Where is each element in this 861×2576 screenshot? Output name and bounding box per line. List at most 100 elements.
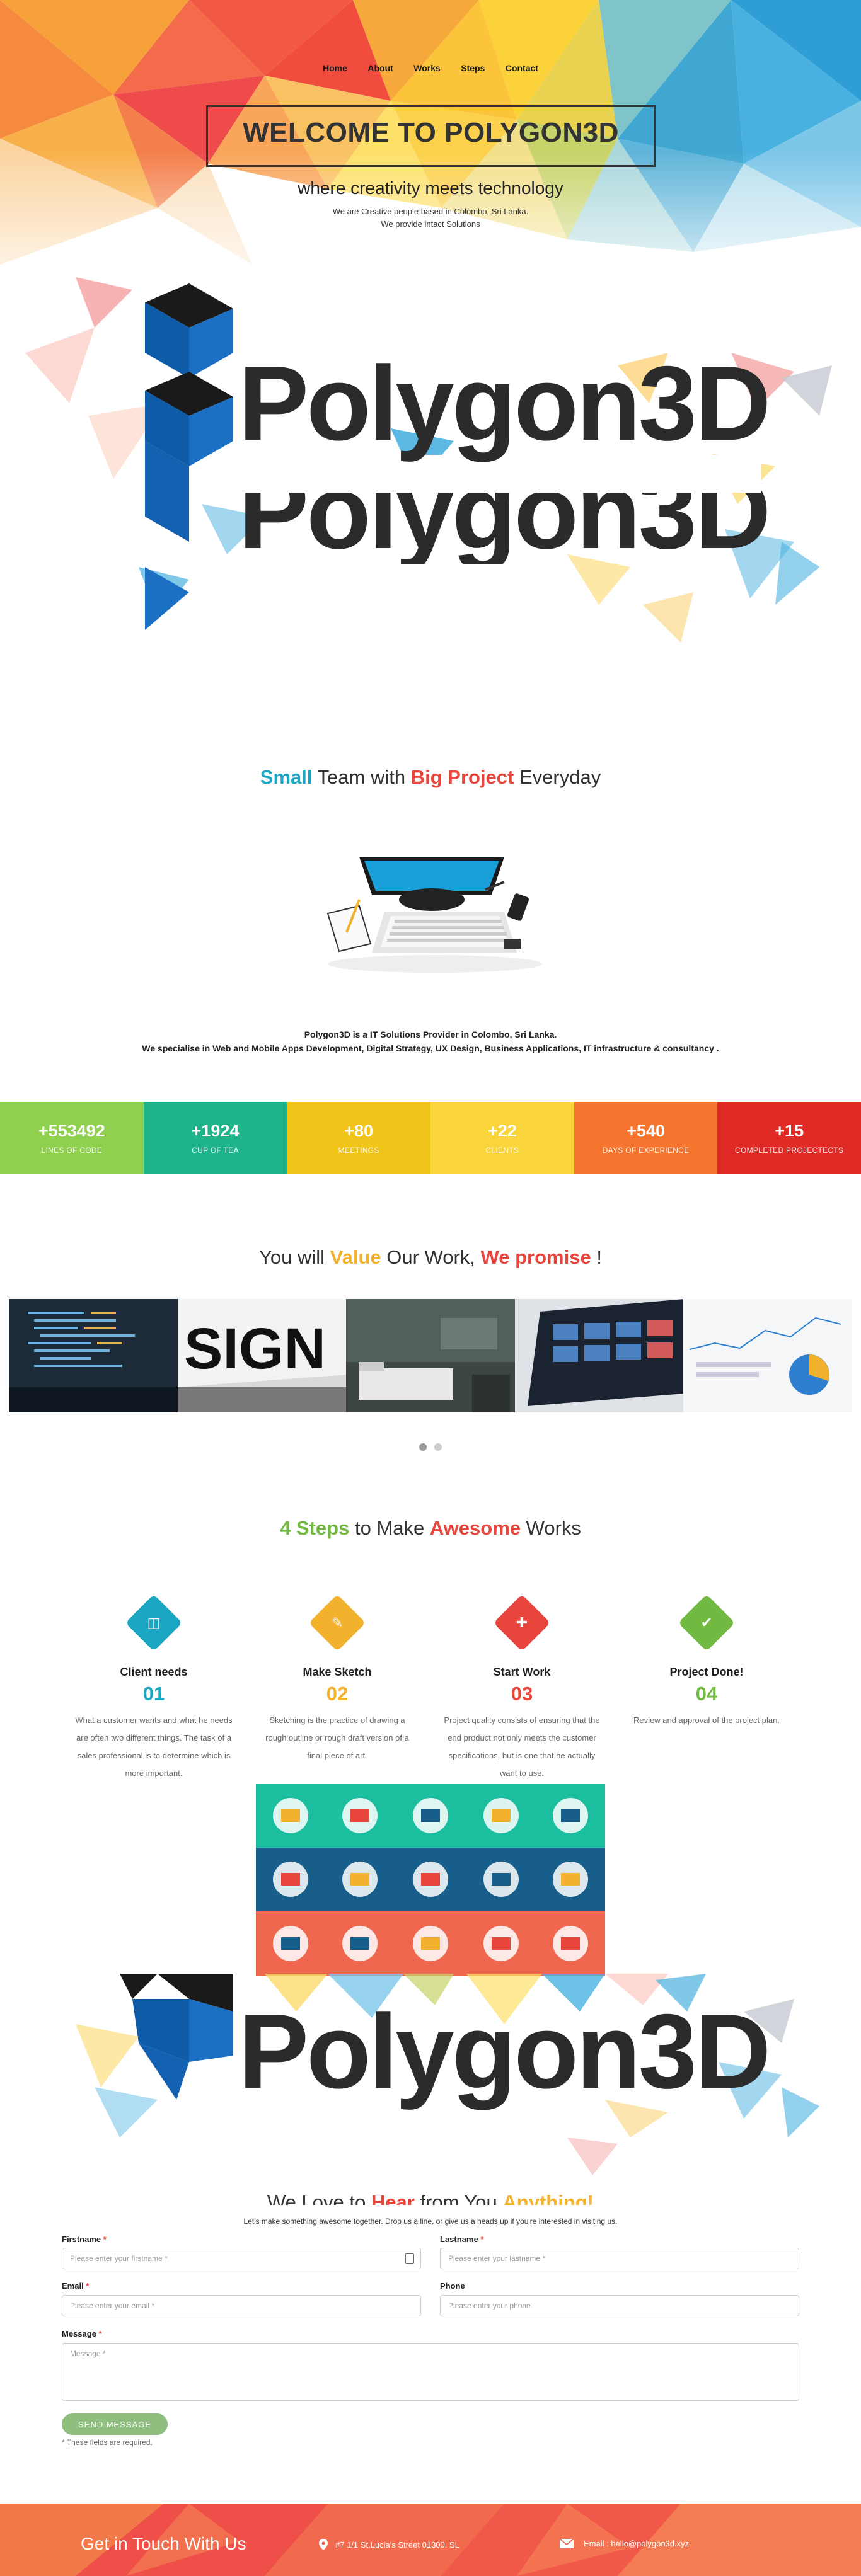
contact-heading-anything: Anything! [502,2191,594,2205]
steps-title-b: to Make [349,1517,430,1539]
required-marker: * [98,2329,102,2338]
step-make-sketch: ✎ Make Sketch 02 Sketching is the practi… [258,1594,416,1765]
step-number: 04 [695,1683,718,1705]
footer-address-text: #7 1/1 St.Lucia's Street 01300. SL [335,2539,459,2550]
about-title-end: Everyday [514,766,601,788]
step-badge: ✚ [493,1594,551,1652]
about-description-2: We specialise in Web and Mobile Apps Dev… [142,1043,719,1053]
message-placeholder: Message * [70,2349,106,2358]
stat-meetings: +80 MEETINGS [287,1102,431,1174]
footer-email-text[interactable]: Email : hello@polygon3d.xyz [584,2539,689,2548]
required-marker: * [103,2235,107,2244]
portfolio-item-sign[interactable]: SIGN [177,1299,347,1412]
stat-value: +1924 [191,1121,240,1140]
nav-works[interactable]: Works [413,63,441,73]
phone-label-text: Phone [440,2281,465,2291]
polygon-background [0,0,861,643]
step-number: 03 [511,1683,533,1705]
step-start-work: ✚ Start Work 03 Project quality consists… [443,1594,601,1782]
message-field[interactable]: Message * [62,2343,799,2401]
laptop-illustration [326,857,542,973]
contact-heading-a: We Love to [267,2191,371,2205]
steps-title-d: Works [521,1517,581,1539]
value-title-value: Value [330,1246,381,1268]
step-title: Project Done! [669,1666,744,1678]
stat-label: MEETINGS [338,1146,379,1155]
stat-label: COMPLETED PROJECTECTS [735,1146,844,1155]
stats-band: +553492 LINES OF CODE +1924 CUP OF TEA +… [0,1102,861,1174]
logo-wordmark-bottom: Polygon3D [238,1992,771,2110]
nav-about[interactable]: About [367,63,393,73]
firstname-field[interactable]: Please enter your firstname * [62,2248,421,2269]
step-title: Make Sketch [303,1666,372,1678]
portfolio-item-laptop[interactable] [514,1299,684,1412]
hero-section: Home About Works Steps Contact WELCOME T… [0,0,861,668]
stat-value: +15 [775,1121,804,1140]
message-label: Message * [62,2329,102,2338]
map-pin-icon [319,2539,328,2550]
firstname-label: Firstname * [62,2235,107,2244]
lastname-field[interactable]: Please enter your lastname * [440,2248,799,2269]
analytics-screen-image [683,1299,852,1412]
hero-subtitle: where creativity meets technology [298,178,563,198]
portfolio-carousel: SIGN [9,1299,852,1412]
stat-clients: +22 CLIENTS [430,1102,574,1174]
portfolio-item-analytics[interactable] [683,1299,852,1412]
about-description-1: Polygon3D is a IT Solutions Provider in … [304,1029,557,1039]
footer-address: #7 1/1 St.Lucia's Street 01300. SL [319,2539,459,2550]
email-field[interactable]: Please enter your email * [62,2295,421,2316]
briefcase-icon: ◫ [147,1615,161,1630]
nav-contact[interactable]: Contact [506,63,538,73]
stat-value: +80 [344,1121,374,1140]
about-title-mid: Team with [312,766,411,788]
portfolio-item-code[interactable] [9,1299,178,1412]
steps-title-4-steps: 4 Steps [280,1517,350,1539]
stat-cup-of-tea: +1924 CUP OF TEA [143,1102,287,1174]
sketch-icon: ✎ [331,1615,344,1630]
step-number: 02 [326,1683,349,1705]
value-title-c: Our Work, [381,1246,481,1268]
laptop-photo-image [514,1299,684,1412]
message-label-text: Message [62,2329,96,2338]
design-sign-image: SIGN [177,1299,347,1412]
step-badge: ◫ [125,1594,183,1652]
logo-wordmark: Polygon3D [238,344,771,462]
hero-description-1: We are Creative people based in Colombo,… [332,207,529,216]
contact-heading-hear: Hear [371,2191,415,2205]
firstname-label-text: Firstname [62,2235,101,2244]
stat-value: +553492 [38,1121,105,1140]
stat-completed-projects: +15 COMPLETED PROJECTECTS [717,1102,861,1174]
nav-home[interactable]: Home [323,63,347,73]
carousel-dot-1[interactable] [419,1443,427,1451]
send-message-button[interactable]: SEND MESSAGE [62,2413,168,2435]
welcome-title: WELCOME TO POLYGON3D [243,117,619,148]
stat-label: CUP OF TEA [192,1146,239,1155]
portfolio-item-room[interactable] [346,1299,515,1412]
footer-email: Email : hello@polygon3d.xyz [560,2539,689,2548]
value-title: You will Value Our Work, We promise ! [0,1246,861,1269]
step-description: Project quality consists of ensuring tha… [444,1715,600,1778]
steps-title-awesome: Awesome [429,1517,521,1539]
step-badge: ✎ [308,1594,366,1652]
phone-field[interactable]: Please enter your phone [440,2295,799,2316]
code-screen-image [9,1299,178,1412]
stat-value: +22 [487,1121,517,1140]
email-placeholder: Please enter your email * [70,2301,155,2310]
services-icon-grid-image [256,1784,605,1976]
nav-steps[interactable]: Steps [461,63,485,73]
contact-heading: We Love to Hear from You Anything! [0,2191,861,2205]
lastname-placeholder: Please enter your lastname * [448,2254,546,2263]
about-title: Small Team with Big Project Everyday [0,766,861,789]
interior-room-image [346,1299,515,1412]
svg-text:SIGN: SIGN [184,1317,326,1381]
footer: Get in Touch With Us #7 1/1 St.Lucia's S… [0,2504,861,2576]
crop-icon: ✚ [516,1615,528,1630]
carousel-dots [0,1443,861,1454]
step-number: 01 [142,1683,165,1705]
email-label: Email * [62,2281,89,2291]
contact-card-icon [405,2253,414,2264]
step-title: Client needs [120,1666,188,1678]
step-description: Sketching is the practice of drawing a r… [265,1715,409,1760]
stat-label: LINES OF CODE [41,1146,103,1155]
carousel-dot-2[interactable] [434,1443,442,1451]
